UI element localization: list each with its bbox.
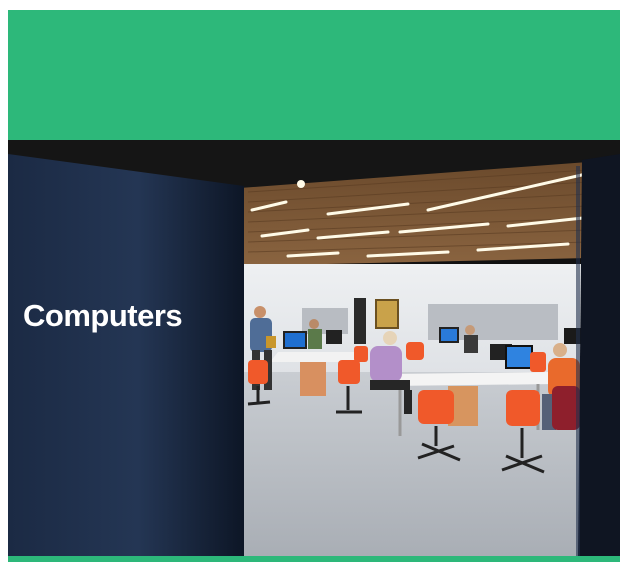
right-door-frame bbox=[578, 154, 620, 556]
computers-sign-text: Computers bbox=[23, 298, 183, 333]
photo-illustration bbox=[8, 140, 620, 556]
desk-center bbox=[388, 372, 556, 386]
computer-room-photo: Computers bbox=[8, 140, 620, 556]
desk-left-cabinet bbox=[300, 362, 326, 396]
doorway bbox=[354, 298, 366, 344]
wall-picture bbox=[375, 299, 399, 329]
monitor bbox=[326, 330, 342, 344]
blue-feature-wall bbox=[8, 154, 244, 556]
monitor bbox=[439, 327, 459, 343]
monitor bbox=[283, 331, 307, 349]
monitor bbox=[505, 345, 533, 369]
spot-light bbox=[297, 180, 305, 188]
red-chair bbox=[552, 386, 580, 430]
